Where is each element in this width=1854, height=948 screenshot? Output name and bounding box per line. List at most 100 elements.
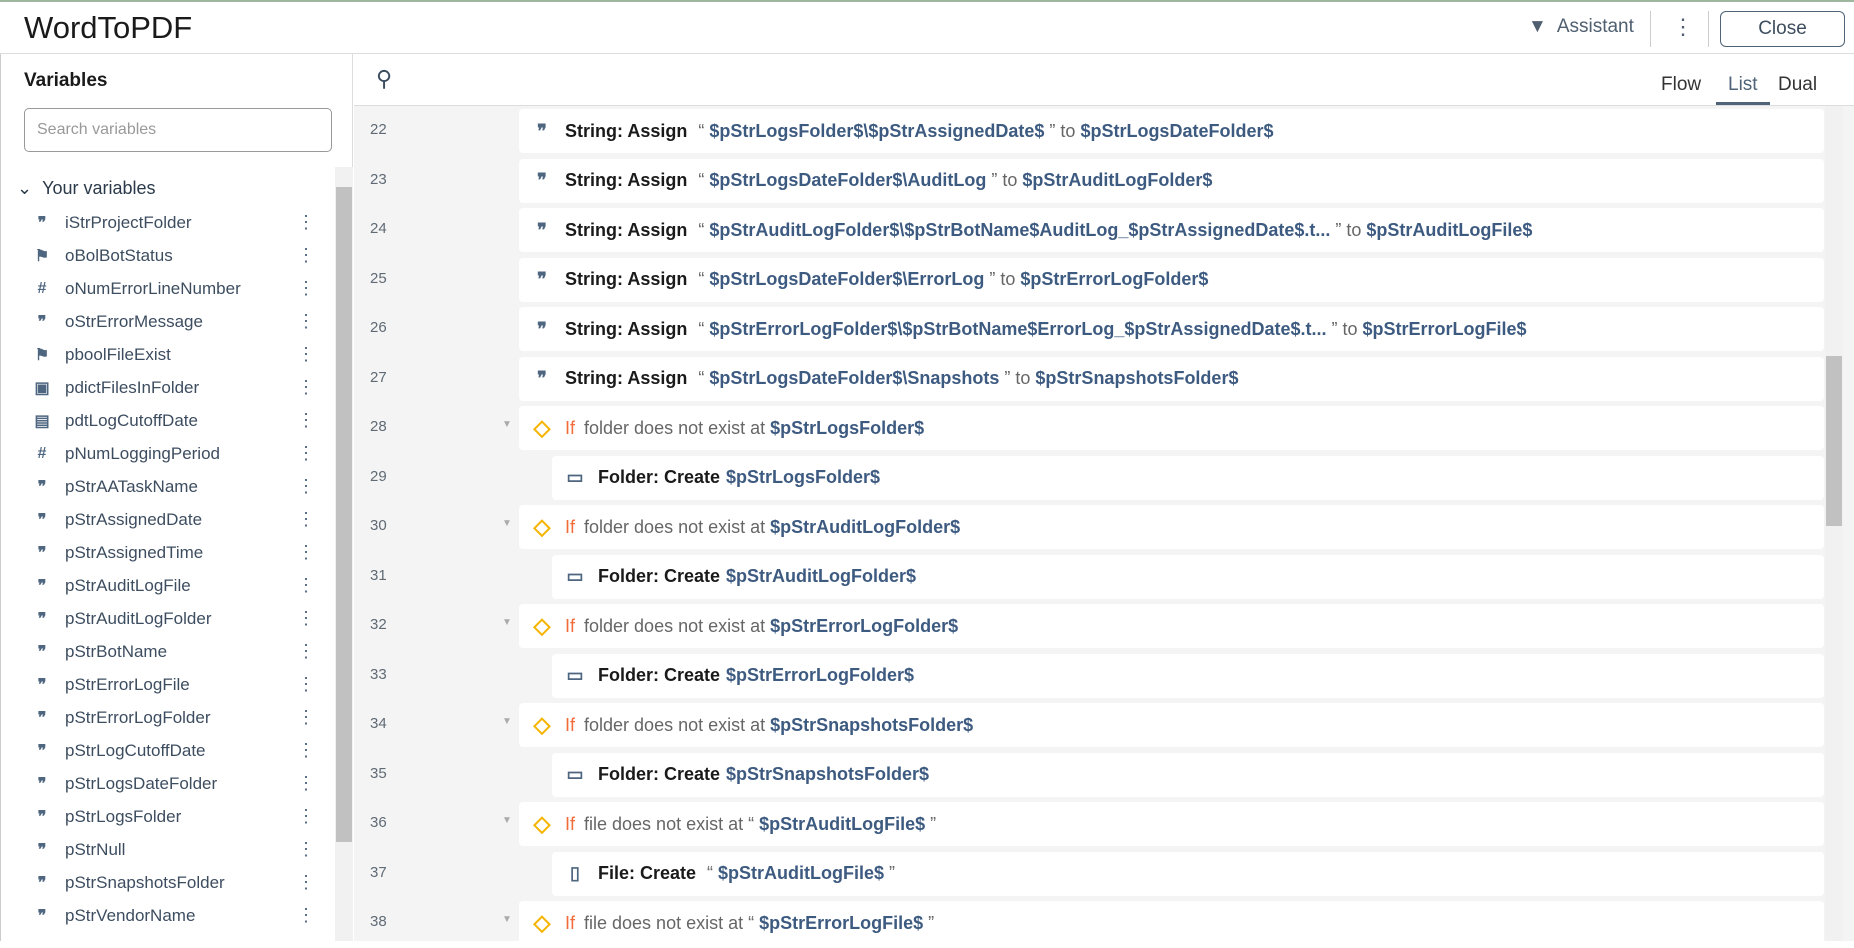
- variable-item[interactable]: ❞ pStrLogsFolder ⋮: [1, 800, 331, 833]
- scrollbar-thumb[interactable]: [1826, 356, 1842, 526]
- more-options-icon[interactable]: ⋮: [297, 476, 315, 497]
- variable-item[interactable]: ❞ pStrAATaskName ⋮: [1, 470, 331, 503]
- condition-diamond-icon: ◇: [533, 415, 551, 440]
- collapse-triangle-icon[interactable]: ▼: [502, 914, 512, 925]
- variable-item[interactable]: ❞ pStrErrorLogFile ⋮: [1, 668, 331, 701]
- action-row[interactable]: 34 ▼ ◇ If folder does not exist at $pStrSnaps…: [354, 700, 1824, 750]
- action-row[interactable]: 26 ❞ String: Assign “$pStrErrorLogFolder$\$…: [354, 304, 1824, 354]
- collapse-triangle-icon[interactable]: ▼: [502, 419, 512, 430]
- search-variables-input[interactable]: [24, 108, 332, 152]
- action-row[interactable]: 27 ❞ String: Assign “$pStrLogsDateFolder$\S…: [354, 354, 1824, 404]
- action-card[interactable]: ◇ If folder does not exist at $pStrLogsFold…: [519, 406, 1824, 450]
- action-row[interactable]: 35 ▭ Folder: Create $pStrSnapshotsFolder$: [354, 750, 1824, 800]
- action-row[interactable]: 31 ▭ Folder: Create $pStrAuditLogFolder$: [354, 552, 1824, 602]
- variable-item[interactable]: ❞ pStrAuditLogFolder ⋮: [1, 602, 331, 635]
- action-row[interactable]: 32 ▼ ◇ If folder does not exist at $pStrError…: [354, 601, 1824, 651]
- action-card[interactable]: ◇ If file does not exist at “$pStrErrorLog…: [519, 901, 1824, 945]
- variable-item[interactable]: # oNumErrorLineNumber ⋮: [1, 272, 331, 305]
- more-options-icon[interactable]: ⋮: [297, 542, 315, 563]
- more-options-icon[interactable]: ⋮: [297, 872, 315, 893]
- variable-item[interactable]: ❞ pStrSnapshotsFolder ⋮: [1, 866, 331, 899]
- collapse-triangle-icon[interactable]: ▼: [502, 716, 512, 727]
- action-row[interactable]: 24 ❞ String: Assign “$pStrAuditLogFolder$\$…: [354, 205, 1824, 255]
- variable-item[interactable]: ❞ pStrBotName ⋮: [1, 635, 331, 668]
- action-card[interactable]: ❞ String: Assign “$pStrAuditLogFolder$\$pS…: [519, 208, 1824, 252]
- text: “: [698, 219, 705, 240]
- more-options-icon[interactable]: ⋮: [297, 278, 315, 299]
- folder-icon: ▭: [566, 467, 584, 487]
- more-options-icon[interactable]: ⋮: [1672, 14, 1694, 40]
- more-options-icon[interactable]: ⋮: [297, 773, 315, 794]
- more-options-icon[interactable]: ⋮: [297, 245, 315, 266]
- variable-item[interactable]: ❞ pStrLogCutoffDate ⋮: [1, 734, 331, 767]
- collapse-triangle-icon[interactable]: ▼: [502, 617, 512, 628]
- action-card[interactable]: ❞ String: Assign “$pStrLogsFolder$\$pStrAs…: [519, 109, 1824, 153]
- main-scrollbar[interactable]: [1825, 106, 1843, 941]
- close-button[interactable]: Close: [1720, 11, 1845, 47]
- more-options-icon[interactable]: ⋮: [297, 641, 315, 662]
- action-card[interactable]: ❞ String: Assign “$pStrLogsDateFolder$\Err…: [519, 257, 1824, 302]
- action-card[interactable]: ❞ String: Assign “$pStrLogsDateFolder$\Aud…: [519, 158, 1824, 203]
- action-card[interactable]: ❞ String: Assign “$pStrErrorLogFolder$\$pS…: [519, 307, 1824, 351]
- action-row[interactable]: 22 ❞ String: Assign “$pStrLogsFolder$\$pStr…: [354, 106, 1824, 156]
- tab-list[interactable]: List: [1716, 74, 1770, 105]
- collapse-triangle-icon[interactable]: ▼: [502, 815, 512, 826]
- string-icon: ❞: [37, 610, 47, 628]
- variable-item[interactable]: ▤ pdtLogCutoffDate ⋮: [1, 404, 331, 437]
- variable-item[interactable]: ❞ pStrLogsDateFolder ⋮: [1, 767, 331, 800]
- more-options-icon[interactable]: ⋮: [297, 212, 315, 233]
- variable-item[interactable]: ⚑ oBolBotStatus ⋮: [1, 239, 331, 272]
- variable-item[interactable]: ❞ pStrAssignedTime ⋮: [1, 536, 331, 569]
- tab-flow[interactable]: Flow: [1661, 74, 1701, 104]
- action-card[interactable]: ▭ Folder: Create $pStrLogsFolder$: [552, 455, 1824, 500]
- more-options-icon[interactable]: ⋮: [297, 806, 315, 827]
- variable-item[interactable]: ❞ pStrAuditLogFile ⋮: [1, 569, 331, 602]
- more-options-icon[interactable]: ⋮: [297, 443, 315, 464]
- action-row[interactable]: 36 ▼ ◇ If file does not exist at “$pStrAudit…: [354, 799, 1824, 849]
- more-options-icon[interactable]: ⋮: [297, 377, 315, 398]
- more-options-icon[interactable]: ⋮: [297, 311, 315, 332]
- more-options-icon[interactable]: ⋮: [297, 839, 315, 860]
- search-icon[interactable]: ⚲: [376, 66, 392, 92]
- more-options-icon[interactable]: ⋮: [297, 707, 315, 728]
- action-card[interactable]: ◇ If folder does not exist at $pStrSnapshot…: [519, 703, 1824, 747]
- action-row[interactable]: 23 ❞ String: Assign “$pStrLogsDateFolder$\A…: [354, 156, 1824, 206]
- action-card[interactable]: ◇ If file does not exist at “$pStrAuditLog…: [519, 802, 1824, 846]
- variable-item[interactable]: ❞ pStrVendorName ⋮: [1, 899, 331, 932]
- more-options-icon[interactable]: ⋮: [297, 608, 315, 629]
- variable-item[interactable]: ❞ pStrNull ⋮: [1, 833, 331, 866]
- action-card[interactable]: ◇ If folder does not exist at $pStrAuditLog…: [519, 505, 1824, 549]
- variable-item[interactable]: ⚑ pboolFileExist ⋮: [1, 338, 331, 371]
- assistant-button[interactable]: ▼ Assistant: [1528, 16, 1634, 38]
- action-card[interactable]: ▭ Folder: Create $pStrErrorLogFolder$: [552, 653, 1824, 698]
- more-options-icon[interactable]: ⋮: [297, 674, 315, 695]
- action-card[interactable]: ▭ Folder: Create $pStrAuditLogFolder$: [552, 554, 1824, 599]
- variable-item[interactable]: ❞ pStrErrorLogFolder ⋮: [1, 701, 331, 734]
- action-card[interactable]: ▭ Folder: Create $pStrSnapshotsFolder$: [552, 752, 1824, 797]
- more-options-icon[interactable]: ⋮: [297, 905, 315, 926]
- more-options-icon[interactable]: ⋮: [297, 509, 315, 530]
- variable-item[interactable]: ❞ pStrAssignedDate ⋮: [1, 503, 331, 536]
- more-options-icon[interactable]: ⋮: [297, 740, 315, 761]
- tab-dual[interactable]: Dual: [1778, 74, 1817, 104]
- sidebar-scrollbar[interactable]: [335, 167, 353, 941]
- variable-item[interactable]: # pNumLoggingPeriod ⋮: [1, 437, 331, 470]
- variable-item[interactable]: ❞ iStrProjectFolder ⋮: [1, 206, 331, 239]
- action-row[interactable]: 29 ▭ Folder: Create $pStrLogsFolder$: [354, 453, 1824, 503]
- action-row[interactable]: 25 ❞ String: Assign “$pStrLogsDateFolder$\E…: [354, 255, 1824, 305]
- scrollbar-thumb[interactable]: [336, 187, 352, 842]
- action-card[interactable]: ❞ String: Assign “$pStrLogsDateFolder$\Sna…: [519, 356, 1824, 401]
- your-variables-toggle[interactable]: ⌄ Your variables: [17, 178, 156, 199]
- more-options-icon[interactable]: ⋮: [297, 410, 315, 431]
- more-options-icon[interactable]: ⋮: [297, 575, 315, 596]
- action-card[interactable]: ◇ If folder does not exist at $pStrErrorLog…: [519, 604, 1824, 648]
- more-options-icon[interactable]: ⋮: [297, 344, 315, 365]
- action-card[interactable]: ▯ File: Create “$pStrAuditLogFile$”: [552, 851, 1824, 896]
- action-row[interactable]: 37 ▯ File: Create “$pStrAuditLogFile$”: [354, 849, 1824, 899]
- collapse-triangle-icon[interactable]: ▼: [502, 518, 512, 529]
- action-row[interactable]: 33 ▭ Folder: Create $pStrErrorLogFolder$: [354, 651, 1824, 701]
- action-row[interactable]: 28 ▼ ◇ If folder does not exist at $pStrLogsF…: [354, 403, 1824, 453]
- variable-item[interactable]: ▣ pdictFilesInFolder ⋮: [1, 371, 331, 404]
- action-row[interactable]: 30 ▼ ◇ If folder does not exist at $pStrAudit…: [354, 502, 1824, 552]
- variable-item[interactable]: ❞ oStrErrorMessage ⋮: [1, 305, 331, 338]
